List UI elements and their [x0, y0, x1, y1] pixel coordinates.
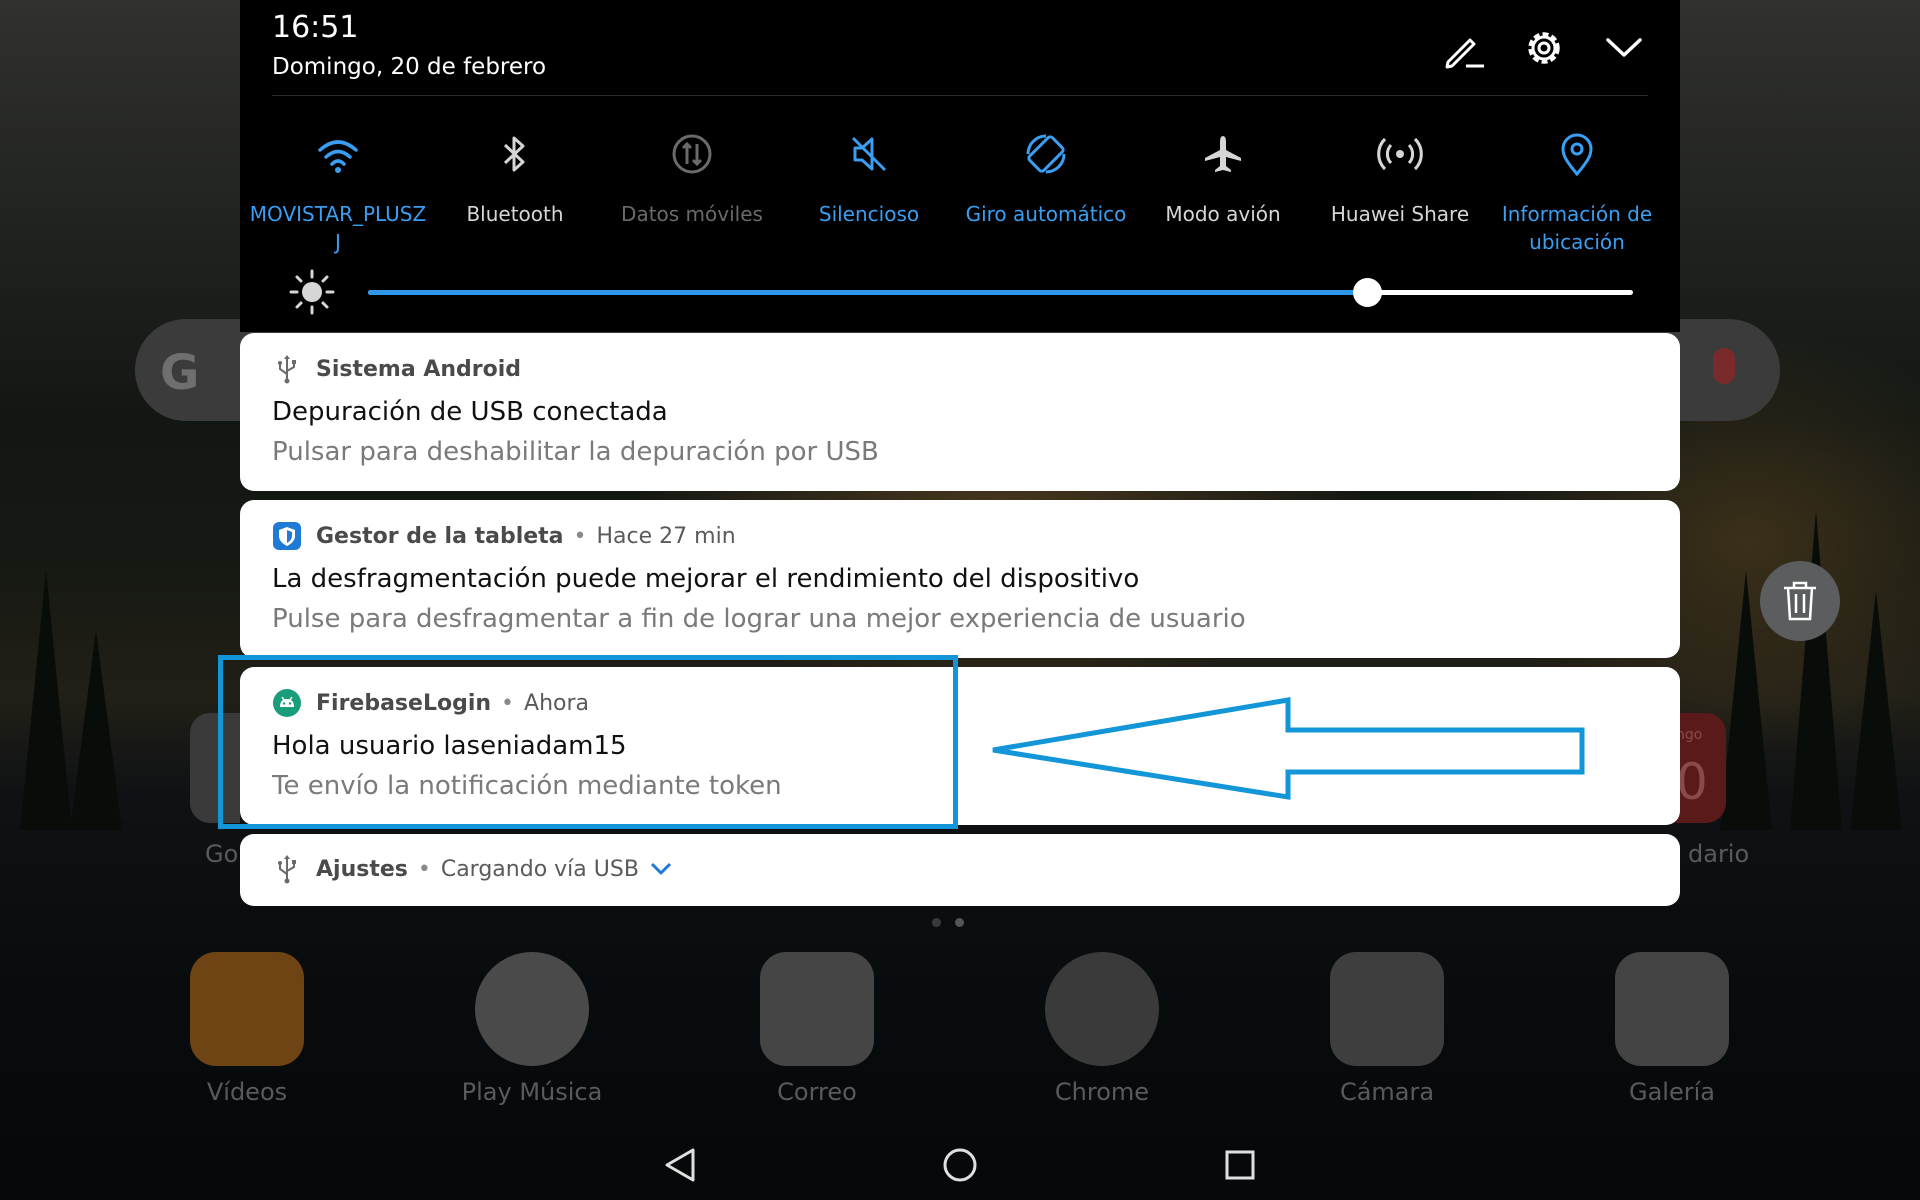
home-app-label-right: dario	[1688, 840, 1750, 868]
tile-airplane-mode-label: Modo avión	[1165, 202, 1281, 226]
home-app-label-left: Go	[205, 840, 239, 868]
dock-label-chrome: Chrome	[1054, 1078, 1150, 1106]
page-indicator-dot-active	[955, 918, 964, 927]
annotation-highlight-box	[218, 655, 958, 829]
recents-icon[interactable]	[1215, 1140, 1265, 1190]
tile-auto-rotate-label: Giro automático	[965, 202, 1127, 226]
edit-icon[interactable]	[1440, 24, 1488, 72]
collapse-chevron-icon[interactable]	[1600, 24, 1648, 72]
usb-icon	[278, 855, 296, 884]
notification-header: Sistema Android	[272, 354, 521, 384]
tile-huawei-share-label: Huawei Share	[1330, 202, 1470, 226]
calendar-app-icon-partial[interactable]: ngo 0	[1676, 713, 1726, 823]
dock-label-videos: Vídeos	[206, 1078, 288, 1106]
notification-time: Cargando vía USB	[440, 856, 639, 882]
shield-icon	[273, 522, 301, 550]
tile-wifi-label: MOVISTAR_PLUSZ J	[249, 202, 427, 254]
tile-silent-label: Silencioso	[818, 202, 920, 226]
usb-icon	[278, 355, 296, 384]
play-music-app-icon[interactable]	[475, 952, 589, 1066]
notification-text: Pulse para desfragmentar a fin de lograr…	[272, 604, 1246, 634]
page-indicator-dot	[932, 918, 941, 927]
status-date: Domingo, 20 de febrero	[272, 54, 547, 80]
camera-app-icon[interactable]	[1330, 952, 1444, 1066]
microphone-icon[interactable]	[1713, 348, 1735, 384]
trash-icon	[1784, 581, 1816, 621]
notification-usb-debugging[interactable]: Sistema Android Depuración de USB conect…	[240, 333, 1680, 491]
tile-huawei-share[interactable]: Huawei Share	[1310, 130, 1490, 228]
google-logo-icon: G	[160, 345, 200, 401]
gallery-app-icon[interactable]	[1615, 952, 1729, 1066]
notification-app-name: Ajustes	[316, 856, 408, 882]
tile-silent[interactable]: Silencioso	[779, 130, 959, 228]
bullet-separator: •	[417, 856, 431, 882]
notification-time: Hace 27 min	[596, 523, 736, 549]
wifi-icon	[318, 140, 358, 173]
annotation-arrow-icon	[992, 697, 1585, 800]
bullet-separator: •	[573, 523, 587, 549]
tile-mobile-data[interactable]: Datos móviles	[602, 130, 782, 228]
tile-location[interactable]: Información de ubicación	[1487, 130, 1667, 256]
settings-gear-icon[interactable]	[1520, 24, 1568, 72]
tile-airplane-mode[interactable]: Modo avión	[1133, 130, 1313, 228]
location-pin-icon	[1561, 133, 1593, 177]
brightness-slider-fill	[368, 290, 1368, 295]
notification-tablet-manager[interactable]: Gestor de la tableta • Hace 27 min La de…	[240, 500, 1680, 658]
calendar-widget-digit: 0	[1676, 753, 1708, 811]
home-icon[interactable]	[935, 1140, 985, 1190]
brightness-sun-icon	[289, 269, 335, 315]
notification-text: Pulsar para deshabilitar la depuración p…	[272, 437, 879, 467]
bluetooth-icon	[503, 136, 525, 172]
speaker-muted-icon	[851, 136, 887, 172]
notification-header: Ajustes • Cargando vía USB	[272, 854, 675, 884]
notification-header: Gestor de la tableta • Hace 27 min	[272, 521, 736, 551]
dock-label-camera: Cámara	[1339, 1078, 1435, 1106]
notification-app-name: Sistema Android	[316, 356, 522, 382]
tile-bluetooth[interactable]: Bluetooth	[425, 130, 605, 228]
notification-title: La desfragmentación puede mejorar el ren…	[272, 564, 1140, 594]
tile-mobile-data-label: Datos móviles	[621, 202, 763, 226]
header-divider	[272, 95, 1648, 96]
tile-wifi[interactable]: MOVISTAR_PLUSZ J	[248, 130, 428, 256]
notification-app-name: Gestor de la tableta	[316, 523, 564, 549]
tile-auto-rotate[interactable]: Giro automático	[956, 130, 1136, 228]
chrome-app-icon[interactable]	[1045, 952, 1159, 1066]
mail-app-icon[interactable]	[760, 952, 874, 1066]
brightness-slider[interactable]	[368, 278, 1633, 307]
videos-app-icon[interactable]	[190, 952, 304, 1066]
tile-bluetooth-label: Bluetooth	[466, 202, 564, 226]
status-clock: 16:51	[272, 10, 359, 45]
airplane-icon	[1205, 136, 1241, 172]
dock-label-mail: Correo	[777, 1078, 857, 1106]
clear-all-button[interactable]	[1760, 561, 1840, 641]
huawei-share-icon	[1377, 137, 1423, 171]
notification-title: Depuración de USB conectada	[272, 397, 668, 427]
auto-rotate-icon	[1026, 134, 1066, 174]
expand-chevron-icon[interactable]	[647, 855, 675, 883]
mobile-data-icon	[672, 134, 712, 174]
dock-label-gallery: Galería	[1629, 1078, 1715, 1106]
notification-settings-charging[interactable]: Ajustes • Cargando vía USB	[240, 834, 1680, 906]
tile-location-label: Información de ubicación	[1501, 202, 1653, 254]
back-icon[interactable]	[655, 1140, 705, 1190]
dock-label-play-music: Play Música	[461, 1078, 603, 1106]
